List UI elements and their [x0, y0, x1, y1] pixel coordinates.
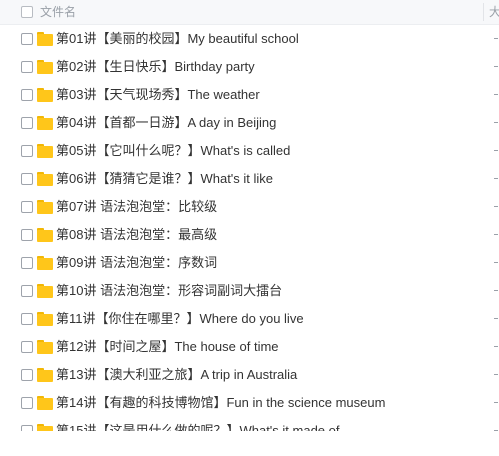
size-placeholder-mark — [494, 150, 498, 151]
folder-icon — [37, 228, 53, 242]
column-header-filename[interactable]: 文件名 — [40, 4, 76, 20]
file-name[interactable]: 第03讲【天气现场秀】The weather — [56, 87, 260, 103]
column-header-size[interactable]: 大 — [489, 4, 499, 20]
size-placeholder-mark — [494, 122, 498, 123]
file-row[interactable]: 第02讲【生日快乐】Birthday party — [0, 53, 499, 81]
file-row[interactable]: 第01讲【美丽的校园】My beautiful school — [0, 25, 499, 53]
file-name[interactable]: 第09讲 语法泡泡堂：序数词 — [56, 255, 217, 271]
folder-icon — [37, 284, 53, 298]
file-row[interactable]: 第03讲【天气现场秀】The weather — [0, 81, 499, 109]
file-row[interactable]: 第09讲 语法泡泡堂：序数词 — [0, 249, 499, 277]
file-name[interactable]: 第15讲【这是用什么做的呢？】What's it made of — [56, 423, 339, 431]
size-placeholder-mark — [494, 374, 498, 375]
row-checkbox[interactable] — [21, 201, 33, 213]
folder-icon — [37, 172, 53, 186]
select-all-checkbox[interactable] — [21, 6, 33, 18]
row-checkbox[interactable] — [21, 425, 33, 431]
size-placeholder-mark — [494, 318, 498, 319]
size-placeholder-mark — [494, 402, 498, 403]
file-name[interactable]: 第01讲【美丽的校园】My beautiful school — [56, 31, 299, 47]
file-list: 第01讲【美丽的校园】My beautiful school 第02讲【生日快乐】… — [0, 25, 499, 431]
file-row[interactable]: 第15讲【这是用什么做的呢？】What's it made of — [0, 417, 499, 431]
file-name[interactable]: 第07讲 语法泡泡堂：比较级 — [56, 199, 217, 215]
row-checkbox[interactable] — [21, 173, 33, 185]
file-name[interactable]: 第06讲【猜猜它是谁？】What's it like — [56, 171, 273, 187]
file-name[interactable]: 第12讲【时间之屋】The house of time — [56, 339, 279, 355]
file-name[interactable]: 第05讲【它叫什么呢？】What's is called — [56, 143, 290, 159]
size-placeholder-mark — [494, 178, 498, 179]
row-checkbox[interactable] — [21, 369, 33, 381]
file-list-header: 文件名 大 — [0, 0, 499, 25]
folder-icon — [37, 32, 53, 46]
row-checkbox[interactable] — [21, 145, 33, 157]
file-row[interactable]: 第11讲【你住在哪里？】Where do you live — [0, 305, 499, 333]
size-placeholder-mark — [494, 66, 498, 67]
folder-icon — [37, 116, 53, 130]
row-checkbox[interactable] — [21, 229, 33, 241]
file-row[interactable]: 第04讲【首都一日游】A day in Beijing — [0, 109, 499, 137]
file-row[interactable]: 第10讲 语法泡泡堂：形容词副词大擂台 — [0, 277, 499, 305]
size-placeholder-mark — [494, 346, 498, 347]
size-placeholder-mark — [494, 206, 498, 207]
file-name[interactable]: 第02讲【生日快乐】Birthday party — [56, 59, 255, 75]
row-checkbox[interactable] — [21, 33, 33, 45]
file-name[interactable]: 第10讲 语法泡泡堂：形容词副词大擂台 — [56, 283, 282, 299]
size-placeholder-mark — [494, 94, 498, 95]
file-name[interactable]: 第11讲【你住在哪里？】Where do you live — [56, 311, 304, 327]
row-checkbox[interactable] — [21, 285, 33, 297]
file-row[interactable]: 第14讲【有趣的科技博物馆】Fun in the science museum — [0, 389, 499, 417]
size-placeholder-mark — [494, 38, 498, 39]
row-checkbox[interactable] — [21, 313, 33, 325]
folder-icon — [37, 144, 53, 158]
size-placeholder-mark — [494, 262, 498, 263]
folder-icon — [37, 368, 53, 382]
file-name[interactable]: 第08讲 语法泡泡堂：最高级 — [56, 227, 217, 243]
row-checkbox[interactable] — [21, 257, 33, 269]
file-list-window: 文件名 大 第01讲【美丽的校园】My beautiful school 第02讲… — [0, 0, 499, 456]
row-checkbox[interactable] — [21, 61, 33, 73]
file-row[interactable]: 第12讲【时间之屋】The house of time — [0, 333, 499, 361]
row-checkbox[interactable] — [21, 397, 33, 409]
folder-icon — [37, 88, 53, 102]
file-name[interactable]: 第04讲【首都一日游】A day in Beijing — [56, 115, 276, 131]
size-placeholder-mark — [494, 290, 498, 291]
size-placeholder-mark — [494, 234, 498, 235]
folder-icon — [37, 256, 53, 270]
folder-icon — [37, 60, 53, 74]
column-divider[interactable] — [483, 3, 484, 21]
folder-icon — [37, 312, 53, 326]
file-name[interactable]: 第14讲【有趣的科技博物馆】Fun in the science museum — [56, 395, 385, 411]
file-row[interactable]: 第06讲【猜猜它是谁？】What's it like — [0, 165, 499, 193]
file-row[interactable]: 第07讲 语法泡泡堂：比较级 — [0, 193, 499, 221]
row-checkbox[interactable] — [21, 341, 33, 353]
file-row[interactable]: 第05讲【它叫什么呢？】What's is called — [0, 137, 499, 165]
folder-icon — [37, 424, 53, 431]
file-row[interactable]: 第13讲【澳大利亚之旅】A trip in Australia — [0, 361, 499, 389]
folder-icon — [37, 200, 53, 214]
size-placeholder-mark — [494, 430, 498, 431]
file-row[interactable]: 第08讲 语法泡泡堂：最高级 — [0, 221, 499, 249]
row-checkbox[interactable] — [21, 117, 33, 129]
row-checkbox[interactable] — [21, 89, 33, 101]
file-name[interactable]: 第13讲【澳大利亚之旅】A trip in Australia — [56, 367, 297, 383]
folder-icon — [37, 340, 53, 354]
folder-icon — [37, 396, 53, 410]
